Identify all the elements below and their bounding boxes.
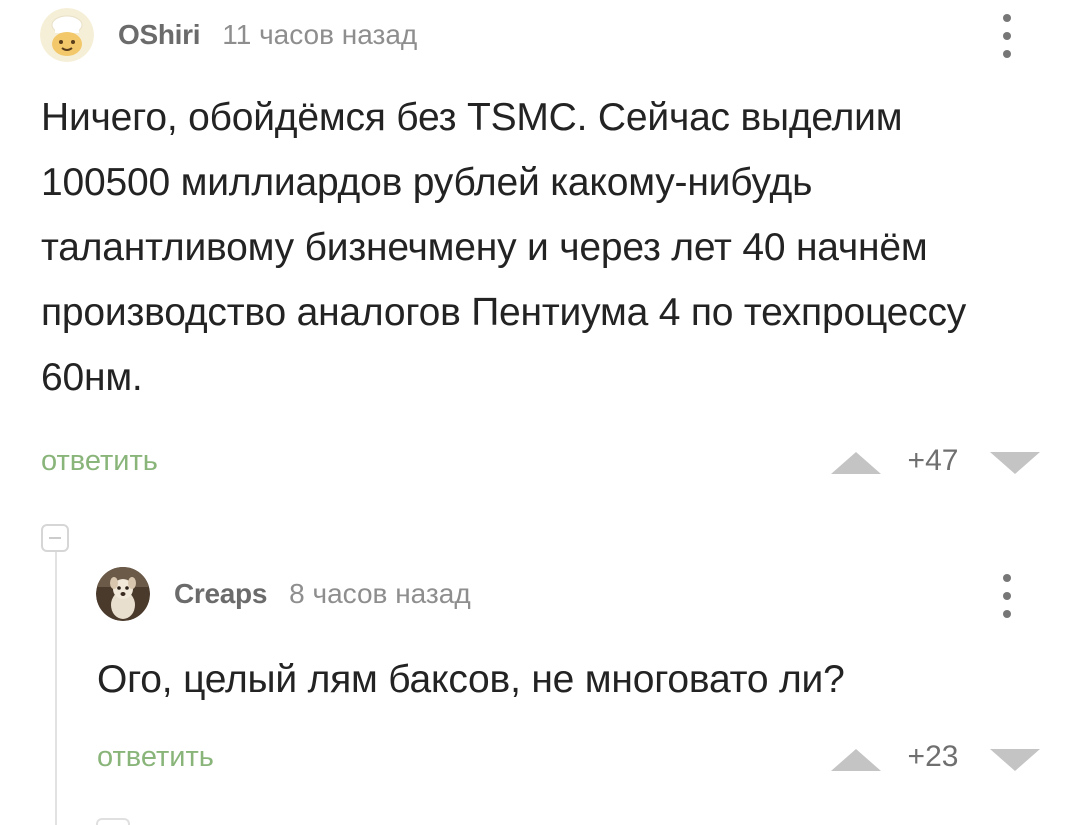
comment-time: 8 часов назад (289, 578, 471, 609)
comment-header: OShiri 11 часов назад (40, 8, 417, 62)
more-options-icon[interactable] (995, 12, 1019, 60)
comment-time: 11 часов назад (222, 19, 418, 50)
downvote-icon[interactable] (990, 452, 1040, 474)
comment-author[interactable]: OShiri (118, 19, 201, 51)
thread-line (55, 552, 57, 825)
upvote-icon[interactable] (831, 452, 881, 474)
comment-score: +47 (907, 444, 959, 477)
comment-text: Ничего, обойдёмся без TSMC. Сейчас выдел… (41, 96, 967, 399)
comment-text: Ого, целый лям баксов, не многовато ли? (97, 658, 845, 701)
comment-author[interactable]: Creaps (174, 578, 267, 610)
next-comment-edge (96, 818, 130, 825)
chef-cookie-avatar-icon[interactable] (40, 8, 94, 62)
comment-score: +23 (907, 740, 959, 773)
collapse-thread-icon[interactable] (41, 524, 69, 552)
more-options-icon[interactable] (995, 572, 1019, 620)
reply-button[interactable]: ответить (41, 445, 158, 478)
upvote-icon[interactable] (831, 749, 881, 771)
dog-photo-avatar-icon[interactable] (96, 567, 150, 621)
reply-button[interactable]: ответить (97, 741, 214, 774)
downvote-icon[interactable] (990, 749, 1040, 771)
comments-page: OShiri 11 часов назад Ничего, обойдёмся … (0, 0, 1080, 825)
comment-header: Creaps 8 часов назад (96, 567, 471, 621)
